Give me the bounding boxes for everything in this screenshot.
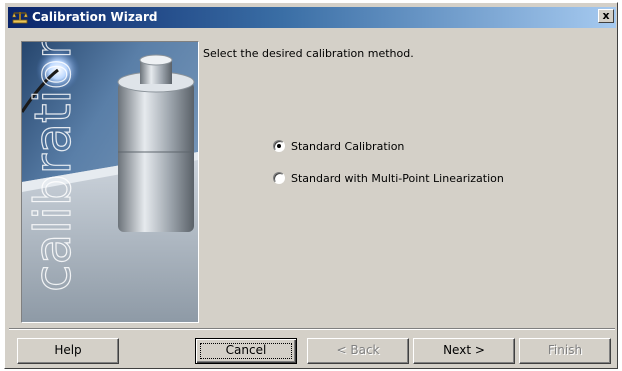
cancel-button-label: Cancel (225, 343, 267, 357)
radio-label[interactable]: Standard Calibration (291, 140, 404, 153)
calibration-wizard-window: Calibration Wizard x calibration Select … (4, 2, 618, 369)
close-button[interactable]: x (598, 9, 614, 23)
button-separator (9, 328, 615, 330)
instruction-text: Select the desired calibration method. (203, 47, 414, 60)
finish-button[interactable]: Finish (519, 338, 611, 364)
radio-label[interactable]: Standard with Multi-Point Linearization (291, 172, 504, 185)
close-icon: x (602, 9, 610, 22)
next-button-label: Next > (443, 343, 485, 357)
radio-button-unselected[interactable] (273, 172, 285, 184)
radio-button-selected[interactable] (273, 140, 285, 152)
help-button[interactable]: Help (17, 338, 119, 364)
back-button-label: < Back (336, 343, 380, 357)
scale-icon (12, 9, 28, 25)
wizard-side-image: calibration (21, 41, 199, 323)
calibration-watermark: calibration (24, 42, 82, 292)
radio-standard-calibration[interactable]: Standard Calibration (273, 139, 404, 153)
help-button-label: Help (54, 343, 82, 357)
window-title: Calibration Wizard (32, 10, 158, 24)
next-button[interactable]: Next > (413, 338, 515, 364)
radio-multipoint-linearization[interactable]: Standard with Multi-Point Linearization (273, 171, 504, 185)
finish-button-label: Finish (547, 343, 583, 357)
back-button[interactable]: < Back (307, 338, 409, 364)
cancel-button[interactable]: Cancel (195, 338, 297, 364)
title-bar[interactable]: Calibration Wizard x (8, 7, 616, 28)
